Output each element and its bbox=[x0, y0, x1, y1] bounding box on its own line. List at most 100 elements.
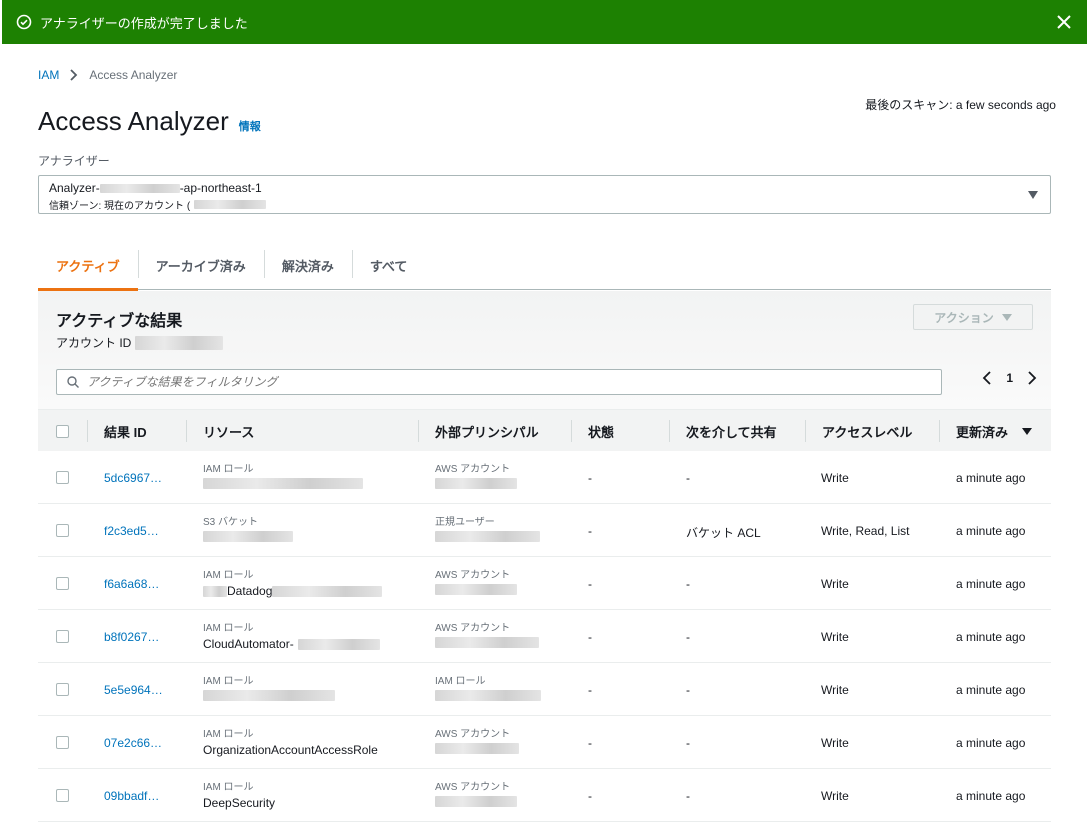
page-title: Access Analyzer 情報 bbox=[38, 106, 261, 137]
shared-through-cell: - bbox=[686, 789, 690, 803]
finding-id-link[interactable]: f6a6a68… bbox=[104, 577, 159, 591]
access-level-cell: Write bbox=[821, 683, 849, 697]
col-resource[interactable]: リソース bbox=[185, 410, 254, 452]
select-all-checkbox[interactable] bbox=[56, 424, 69, 438]
finding-id-link[interactable]: f2c3ed5… bbox=[104, 524, 159, 538]
success-flash-banner: アナライザーの作成が完了しました bbox=[2, 0, 1087, 44]
finding-id-link[interactable]: 07e2c66… bbox=[104, 736, 162, 750]
redacted-text bbox=[435, 743, 519, 754]
col-access-level[interactable]: アクセスレベル bbox=[804, 410, 912, 452]
resource-type: IAM ロール bbox=[203, 782, 254, 793]
col-status[interactable]: 状態 bbox=[570, 410, 614, 452]
breadcrumb: IAM Access Analyzer bbox=[38, 68, 177, 82]
row-checkbox-cell[interactable] bbox=[56, 577, 69, 590]
tab-active[interactable]: アクティブ bbox=[38, 240, 138, 291]
page-number[interactable]: 1 bbox=[1006, 371, 1013, 385]
analyzer-label: アナライザー bbox=[38, 154, 110, 168]
principal-cell bbox=[435, 531, 540, 542]
sort-caret-down-icon bbox=[1022, 427, 1033, 435]
row-checkbox[interactable] bbox=[56, 471, 69, 484]
principal-type: 正規ユーザー bbox=[435, 517, 495, 528]
principal-cell bbox=[435, 743, 519, 754]
finding-id-link[interactable]: 09bbadf… bbox=[104, 789, 159, 803]
chevron-right-icon[interactable] bbox=[1027, 371, 1037, 385]
redacted-text bbox=[435, 690, 541, 701]
table-row[interactable]: 5dc6967… IAM ロール AWS アカウント - - Write a m… bbox=[38, 451, 1051, 504]
tab-archived[interactable]: アーカイブ済み bbox=[137, 240, 264, 290]
resource-cell bbox=[203, 531, 293, 542]
updated-cell: a minute ago bbox=[956, 683, 1026, 697]
principal-type: AWS アカウント bbox=[435, 570, 511, 581]
row-checkbox[interactable] bbox=[56, 577, 69, 590]
resource-type: IAM ロール bbox=[203, 464, 254, 475]
finding-id-link[interactable]: b8f0267… bbox=[104, 630, 159, 644]
account-id-label: アカウント ID bbox=[56, 336, 132, 350]
principal-type: AWS アカウント bbox=[435, 623, 511, 634]
row-checkbox[interactable] bbox=[56, 683, 69, 696]
col-updated[interactable]: 更新済み bbox=[938, 410, 1033, 452]
row-checkbox-cell[interactable] bbox=[56, 736, 69, 749]
row-checkbox[interactable] bbox=[56, 736, 69, 749]
col-updated-label: 更新済み bbox=[956, 424, 1009, 440]
row-checkbox[interactable] bbox=[56, 630, 69, 643]
finding-id-link[interactable]: 5dc6967… bbox=[104, 471, 162, 485]
shared-through-cell: - bbox=[686, 471, 690, 485]
table-row[interactable]: 09bbadf… IAM ロール DeepSecurity AWS アカウント … bbox=[38, 769, 1051, 822]
resource-name: Datadog bbox=[227, 584, 273, 598]
close-icon[interactable] bbox=[1055, 13, 1073, 31]
analyzer-select[interactable]: Analyzer- -ap-northeast-1 信頼ゾーン: 現在のアカウン… bbox=[38, 175, 1051, 214]
analyzer-name-suffix: -ap-northeast-1 bbox=[179, 181, 262, 195]
shared-through-cell: - bbox=[686, 683, 690, 697]
chevron-right-icon bbox=[70, 69, 78, 81]
shared-through-cell: - bbox=[686, 577, 690, 591]
redacted-text bbox=[435, 796, 517, 807]
finding-id-link[interactable]: 5e5e964… bbox=[104, 683, 163, 697]
row-checkbox[interactable] bbox=[56, 789, 69, 802]
chevron-left-icon[interactable] bbox=[982, 371, 992, 385]
row-checkbox[interactable] bbox=[56, 524, 69, 537]
col-finding-id[interactable]: 結果 ID bbox=[87, 410, 147, 452]
flash-message: アナライザーの作成が完了しました bbox=[40, 15, 248, 31]
principal-type: IAM ロール bbox=[435, 676, 486, 687]
updated-cell: a minute ago bbox=[956, 577, 1026, 591]
row-checkbox-cell[interactable] bbox=[56, 471, 69, 484]
redacted-text bbox=[99, 183, 180, 193]
row-checkbox-cell[interactable] bbox=[56, 524, 69, 537]
breadcrumb-iam-link[interactable]: IAM bbox=[38, 68, 59, 82]
updated-cell: a minute ago bbox=[956, 736, 1026, 750]
row-checkbox-cell[interactable] bbox=[56, 630, 69, 643]
info-link[interactable]: 情報 bbox=[239, 118, 261, 134]
access-level-cell: Write bbox=[821, 577, 849, 591]
findings-panel: アクティブな結果 アカウント ID アクション 1 結果 ID リソース 外部プ… bbox=[38, 291, 1051, 828]
table-row[interactable]: 07e2c66… IAM ロール OrganizationAccountAcce… bbox=[38, 716, 1051, 769]
panel-header: アクティブな結果 アカウント ID アクション 1 bbox=[38, 291, 1051, 409]
principal-cell bbox=[435, 796, 517, 807]
tab-all[interactable]: すべて bbox=[351, 240, 426, 290]
redacted-text bbox=[203, 478, 363, 489]
col-shared-through[interactable]: 次を介して共有 bbox=[669, 410, 777, 452]
caret-down-icon bbox=[1028, 191, 1038, 199]
check-circle-icon bbox=[16, 14, 32, 30]
last-scan-text: 最後のスキャン: a few seconds ago bbox=[865, 98, 1056, 112]
table-row[interactable]: f6a6a68… IAM ロール Datadog AWS アカウント - - W… bbox=[38, 557, 1051, 610]
shared-through-cell: バケット ACL bbox=[686, 526, 761, 540]
col-external-principal[interactable]: 外部プリンシパル bbox=[418, 410, 539, 452]
filter-input[interactable] bbox=[87, 375, 887, 389]
filter-box[interactable] bbox=[56, 369, 942, 395]
tab-resolved[interactable]: 解決済み bbox=[263, 240, 352, 290]
actions-button[interactable]: アクション bbox=[913, 304, 1033, 330]
redacted-text bbox=[135, 335, 224, 350]
row-checkbox-cell[interactable] bbox=[56, 789, 69, 802]
breadcrumb-current: Access Analyzer bbox=[89, 68, 178, 82]
redacted-text bbox=[203, 690, 335, 701]
resource-type: IAM ロール bbox=[203, 623, 254, 634]
resource-cell: Datadog bbox=[203, 584, 383, 598]
resource-name: DeepSecurity bbox=[203, 796, 276, 810]
updated-cell: a minute ago bbox=[956, 630, 1026, 644]
select-all-checkbox-cell[interactable] bbox=[56, 410, 69, 452]
table-row[interactable]: f2c3ed5… S3 バケット 正規ユーザー - バケット ACL Write… bbox=[38, 504, 1051, 557]
resource-type: S3 バケット bbox=[203, 517, 259, 528]
table-row[interactable]: b8f0267… IAM ロール CloudAutomator- AWS アカウ… bbox=[38, 610, 1051, 663]
row-checkbox-cell[interactable] bbox=[56, 683, 69, 696]
table-row[interactable]: 5e5e964… IAM ロール IAM ロール - - Write a min… bbox=[38, 663, 1051, 716]
